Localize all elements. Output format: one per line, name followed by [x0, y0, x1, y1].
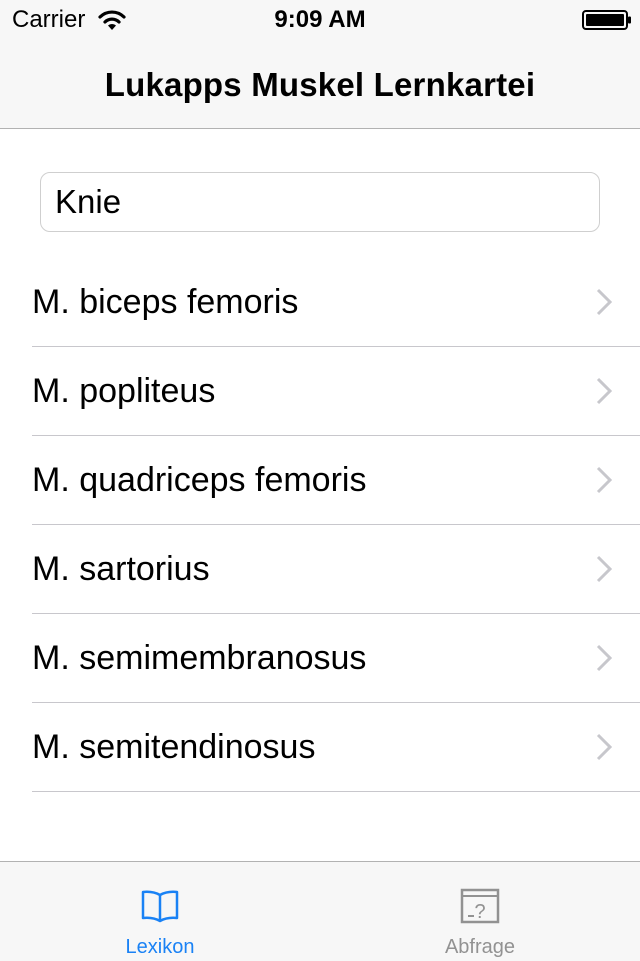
list-item[interactable]: M. semitendinosus — [32, 703, 640, 792]
navigation-bar: Lukapps Muskel Lernkartei — [0, 40, 640, 129]
list-item-label: M. popliteus — [32, 372, 216, 410]
list-item[interactable]: M. semimembranosus — [32, 614, 640, 703]
list-item-label: M. quadriceps femoris — [32, 461, 367, 499]
list-item-label: M. semitendinosus — [32, 728, 316, 766]
search-input[interactable] — [40, 172, 600, 232]
list-item[interactable]: M. popliteus — [32, 347, 640, 436]
page-title: Lukapps Muskel Lernkartei — [104, 66, 536, 103]
list-item[interactable]: M. quadriceps femoris — [32, 436, 640, 525]
chevron-right-icon — [596, 377, 612, 405]
svg-text:?: ? — [474, 901, 485, 923]
status-bar: Carrier 9:09 AM — [0, 0, 640, 40]
chevron-right-icon — [596, 733, 612, 761]
chevron-right-icon — [596, 466, 612, 494]
tab-bar: Lexikon ? Abfrage — [0, 861, 640, 961]
chevron-right-icon — [596, 555, 612, 583]
list-item[interactable]: M. biceps femoris — [32, 258, 640, 347]
clock: 9:09 AM — [274, 6, 366, 33]
tab-lexikon[interactable]: Lexikon — [0, 862, 320, 961]
chevron-right-icon — [596, 644, 612, 672]
chevron-right-icon — [596, 288, 612, 316]
list-item-label: M. sartorius — [32, 550, 210, 588]
list-item[interactable]: M. sartorius — [32, 525, 640, 614]
list-item-label: M. biceps femoris — [32, 283, 299, 321]
search-field-container — [40, 172, 600, 232]
tab-label: Abfrage — [444, 936, 516, 958]
book-icon — [141, 890, 179, 923]
muscle-list: M. biceps femoris M. popliteus M. quadri… — [0, 258, 640, 792]
quiz-card-icon: ? — [460, 888, 500, 924]
battery-icon — [582, 10, 631, 30]
tab-label: Lexikon — [125, 936, 195, 958]
list-item-label: M. semimembranosus — [32, 639, 367, 677]
tab-abfrage[interactable]: ? Abfrage — [320, 862, 640, 961]
